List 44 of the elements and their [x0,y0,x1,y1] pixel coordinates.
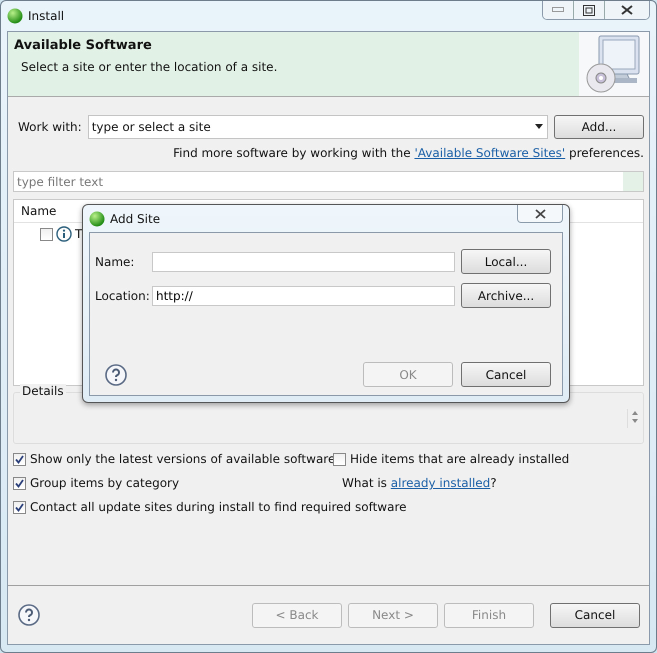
info-text: What is already installed? [342,476,497,490]
close-button[interactable] [604,1,649,19]
checkbox-label: Show only the latest versions of available software [30,452,336,466]
checkbox-label: Contact all update sites during install to find required software [30,500,407,514]
page-subtitle: Select a site or enter the location of a site. [21,60,278,74]
checkbox[interactable] [13,476,26,490]
dialog-title: Add Site [110,212,160,226]
software-sites-link[interactable]: 'Available Software Sites' [414,146,566,160]
add-button[interactable]: Add... [554,115,644,139]
scroll-arrows-icon [627,408,639,428]
checkbox-label: Hide items that are already installed [350,452,570,466]
minimize-icon [552,7,564,13]
checkbox-label: Group items by category [30,476,180,490]
field-label: Work with: [18,120,82,134]
close-icon [534,208,546,218]
text-field[interactable] [152,252,455,272]
browse-button[interactable]: Local... [461,249,551,274]
text-field[interactable]: http:// [152,286,455,306]
table-cell: T [75,227,82,241]
checkbox[interactable] [13,452,26,466]
close-icon [620,5,634,15]
browse-button[interactable]: Archive... [461,283,551,308]
site-combo-box[interactable]: type or select a site [88,115,548,139]
field-label: Name: [95,254,136,268]
help-icon [105,364,127,386]
close-button[interactable] [517,205,563,223]
maximize-button[interactable] [573,1,604,19]
column-header[interactable]: Name [21,204,56,218]
group-label: Details [20,384,66,398]
window-title: Install [28,9,64,23]
checkbox[interactable] [333,452,346,466]
checkbox[interactable] [40,228,53,240]
dropdown-arrow-icon [534,124,544,129]
checkbox[interactable] [13,500,26,514]
page-title: Available Software [14,38,153,53]
restore-icon [583,4,595,16]
hint-text: Find more software by working with the 'Available Software Sites' preferences. [172,146,644,160]
filter-field[interactable]: type filter text [13,171,644,192]
help-icon [18,604,40,626]
installed-link[interactable]: already installed [390,476,490,490]
wizard-button[interactable]: Cancel [550,602,640,628]
field-label: Location: [95,288,146,302]
dialog-button[interactable]: Cancel [461,362,551,387]
info-icon [56,226,72,242]
